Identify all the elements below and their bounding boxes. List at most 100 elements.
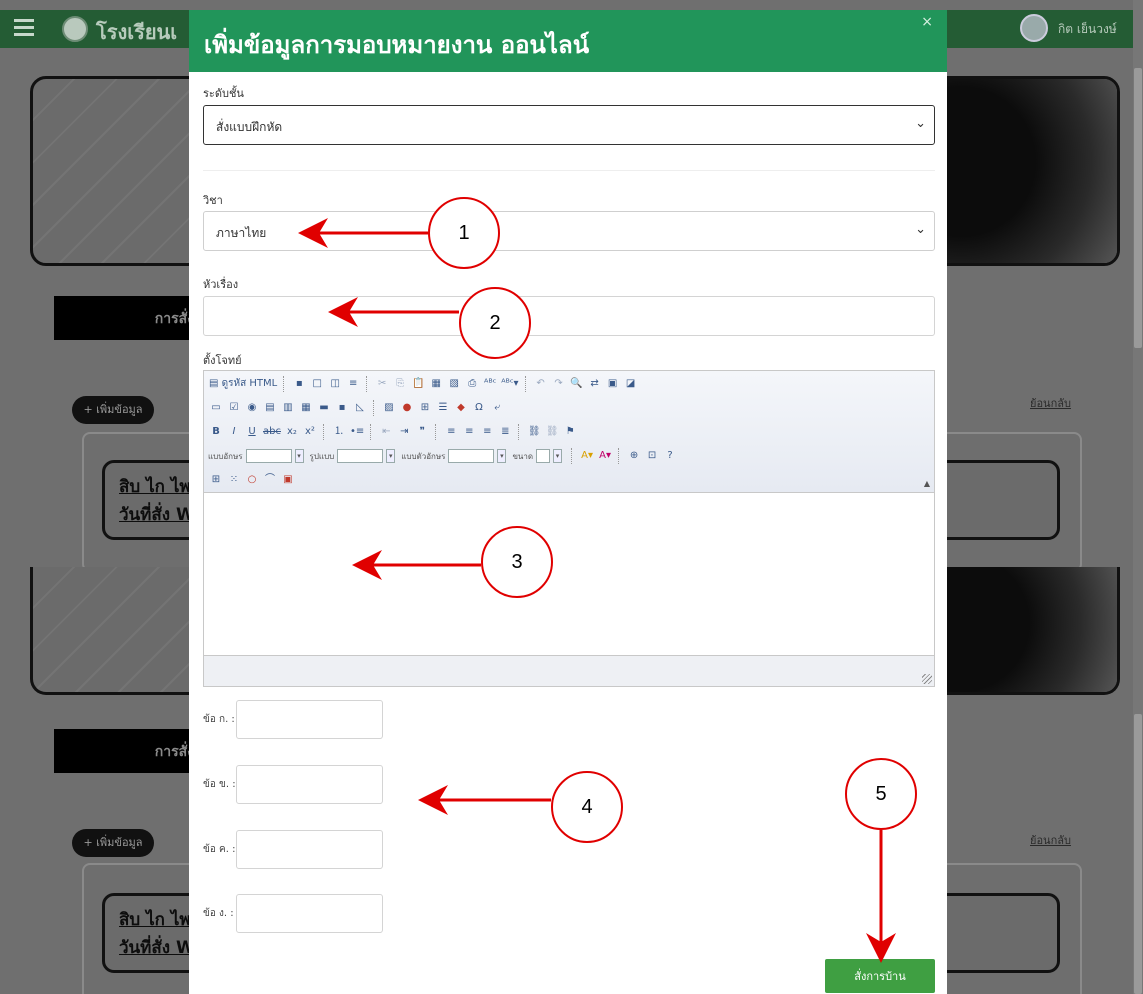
add-data-button[interactable]: + เพิ่มข้อมูล — [72, 829, 154, 857]
cut-icon[interactable]: ✂ — [374, 376, 390, 392]
format-combo[interactable]: รูปแบบ ▾ — [310, 449, 396, 463]
templates-icon[interactable]: ≡ — [345, 376, 361, 392]
toolbar-collapse-icon[interactable]: ▲ — [924, 479, 930, 488]
add-data-button[interactable]: + เพิ่มข้อมูล — [72, 396, 154, 424]
level-select[interactable]: สั่งแบบฝึกหัด ⌄ — [203, 105, 935, 145]
scrollbar-thumb[interactable] — [1134, 714, 1142, 994]
form-icon[interactable]: ▭ — [208, 400, 224, 416]
textfield-icon[interactable]: ▤ — [262, 400, 278, 416]
user-name[interactable]: กิต เย็นวงษ์ — [1058, 20, 1117, 39]
underline-icon[interactable]: U — [244, 424, 260, 440]
help-icon[interactable]: ? — [662, 448, 678, 464]
circle-icon[interactable]: ○ — [244, 472, 260, 488]
paste-word-icon[interactable]: ▧ — [446, 376, 462, 392]
print-icon[interactable]: ⎙ — [464, 376, 480, 392]
paste-text-icon[interactable]: ▦ — [428, 376, 444, 392]
textarea-icon[interactable]: ▥ — [280, 400, 296, 416]
align-left-icon[interactable]: ≡ — [443, 424, 459, 440]
format-combo-label: รูปแบบ — [309, 451, 335, 461]
size-combo[interactable]: ขนาด ▾ — [512, 449, 563, 463]
hidden-field-icon[interactable]: ◺ — [352, 400, 368, 416]
numbered-list-icon[interactable]: ⒈ — [331, 424, 347, 440]
bg-color-icon[interactable]: A▾ — [597, 448, 613, 464]
card-subtitle[interactable]: วันที่สั่ง W — [119, 501, 195, 528]
smiley-icon[interactable]: ◆ — [453, 400, 469, 416]
superscript-icon[interactable]: x² — [302, 424, 318, 440]
horizontal-rule-icon[interactable]: ☰ — [435, 400, 451, 416]
image-button-icon[interactable]: ▪ — [334, 400, 350, 416]
curve-icon[interactable]: ⌒ — [262, 472, 278, 488]
radio-icon[interactable]: ◉ — [244, 400, 260, 416]
undo-icon[interactable]: ↶ — [533, 376, 549, 392]
resize-handle[interactable] — [922, 674, 932, 684]
subscript-icon[interactable]: x₂ — [284, 424, 300, 440]
option-c-input[interactable] — [236, 830, 383, 869]
level-label: ระดับชั้น — [203, 87, 244, 100]
spellcheck-menu-icon[interactable]: ᴬᴮᶜ▾ — [500, 376, 519, 392]
source-button[interactable]: ▤ ดูรหัส HTML — [208, 376, 278, 392]
scrollbar-thumb[interactable] — [1134, 68, 1142, 348]
align-center-icon[interactable]: ≡ — [461, 424, 477, 440]
assign-homework-button[interactable]: สั่งการบ้าน — [825, 959, 935, 993]
bulleted-list-icon[interactable]: •≡ — [349, 424, 365, 440]
maximize-icon[interactable]: ⊕ — [626, 448, 642, 464]
assignment-tab[interactable]: การสั่ง — [54, 729, 194, 773]
subject-select[interactable]: ภาษาไทย ⌄ — [203, 211, 935, 251]
special-char-icon[interactable]: Ω — [471, 400, 487, 416]
text-color-icon[interactable]: A▾ — [579, 448, 595, 464]
editor-content[interactable] — [204, 493, 934, 655]
avatar[interactable] — [1020, 14, 1048, 42]
back-link[interactable]: ย้อนกลับ — [1030, 831, 1071, 849]
card-title[interactable]: สิบ ไก ไพ — [119, 906, 191, 933]
option-b-input[interactable] — [236, 765, 383, 804]
align-right-icon[interactable]: ≡ — [479, 424, 495, 440]
outdent-icon[interactable]: ⇤ — [378, 424, 394, 440]
style-combo[interactable]: แบบตัวอักษร ▾ — [401, 449, 507, 463]
find-icon[interactable]: 🔍 — [569, 376, 585, 392]
redo-icon[interactable]: ↷ — [551, 376, 567, 392]
table-icon[interactable]: ⊞ — [417, 400, 433, 416]
align-justify-icon[interactable]: ≣ — [497, 424, 513, 440]
checkbox-icon[interactable]: ☑ — [226, 400, 242, 416]
eraser-icon[interactable]: ◪ — [623, 376, 639, 392]
option-a-input[interactable] — [236, 700, 383, 739]
close-icon[interactable]: × — [921, 14, 933, 30]
card-subtitle[interactable]: วันที่สั่ง W — [119, 934, 195, 961]
paste-icon[interactable]: 📋 — [410, 376, 426, 392]
copy-icon[interactable]: ⎘ — [392, 376, 408, 392]
italic-icon[interactable]: I — [226, 424, 242, 440]
new-page-icon[interactable]: □ — [309, 376, 325, 392]
select-all-icon[interactable]: ▣ — [605, 376, 621, 392]
assignment-tab[interactable]: การสั่ง — [54, 296, 194, 340]
math-icon[interactable]: ⊞ — [208, 472, 224, 488]
page-break-icon[interactable]: ⤶ — [489, 400, 505, 416]
font-combo[interactable]: แบบอักษร ▾ — [208, 449, 304, 463]
modal-header: เพิ่มข้อมูลการมอบหมายงาน ออนไลน์ × — [189, 10, 947, 72]
grid-icon[interactable]: ⁙ — [226, 472, 242, 488]
save-icon[interactable]: ▪ — [291, 376, 307, 392]
replace-icon[interactable]: ⇄ — [587, 376, 603, 392]
option-d-input[interactable] — [236, 894, 383, 933]
menu-icon[interactable] — [14, 19, 34, 37]
topic-input[interactable] — [203, 296, 935, 336]
preview-icon[interactable]: ◫ — [327, 376, 343, 392]
link-icon[interactable]: ⛓ — [526, 424, 542, 440]
show-blocks-icon[interactable]: ⊡ — [644, 448, 660, 464]
option-d-label: ข้อ ง. : — [203, 908, 234, 919]
button-field-icon[interactable]: ▬ — [316, 400, 332, 416]
assignment-modal: เพิ่มข้อมูลการมอบหมายงาน ออนไลน์ × ระดับ… — [189, 10, 947, 994]
indent-icon[interactable]: ⇥ — [396, 424, 412, 440]
blockquote-icon[interactable]: ❞ — [414, 424, 430, 440]
spellcheck-icon[interactable]: ᴬᴮᶜ — [482, 376, 498, 392]
flash-icon[interactable]: ● — [399, 400, 415, 416]
youtube-icon[interactable]: ▣ — [280, 472, 296, 488]
anchor-icon[interactable]: ⚑ — [562, 424, 578, 440]
bold-icon[interactable]: B — [208, 424, 224, 440]
callout-1-number: 1 — [458, 222, 470, 244]
unlink-icon[interactable]: ⛓ — [544, 424, 560, 440]
select-field-icon[interactable]: ▦ — [298, 400, 314, 416]
back-link[interactable]: ย้อนกลับ — [1030, 394, 1071, 412]
image-icon[interactable]: ▨ — [381, 400, 397, 416]
strike-icon[interactable]: abc — [262, 424, 282, 440]
card-title[interactable]: สิบ ไก ไพ — [119, 473, 191, 500]
